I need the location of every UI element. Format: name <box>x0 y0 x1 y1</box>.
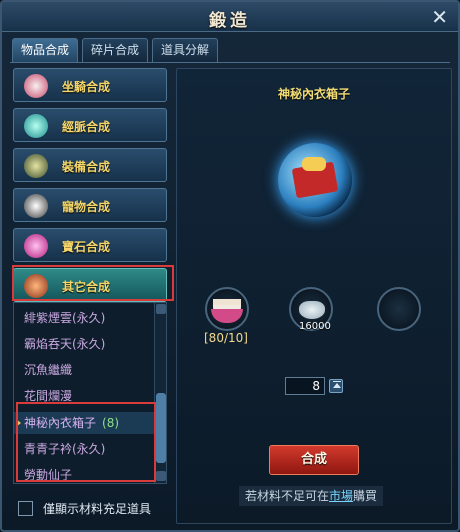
tab-bar: 物品合成 碎片合成 道具分解 <box>12 38 219 62</box>
list-item[interactable]: 沉魚繼纖 <box>14 359 154 381</box>
tab-fragment-synthesis[interactable]: 碎片合成 <box>82 38 149 62</box>
title-bar: 鍛造 ✕ <box>2 2 458 32</box>
scroll-up-icon[interactable] <box>156 304 166 314</box>
category-equipment[interactable]: 裝備合成 <box>13 148 167 182</box>
material-slot-1[interactable] <box>205 287 249 331</box>
category-pet[interactable]: 寵物合成 <box>13 188 167 222</box>
category-label: 坐騎合成 <box>62 80 111 94</box>
craft-button[interactable]: 合成 <box>269 445 359 475</box>
list-item[interactable]: 緋紫煙雲(永久) <box>14 307 154 329</box>
synthesis-detail-panel: 神秘內衣箱子 [80/10] 16000 8 合成 若材料不足可在市場購買 <box>176 68 452 524</box>
tab-item-synthesis[interactable]: 物品合成 <box>12 38 79 62</box>
item-title: 神秘內衣箱子 <box>277 87 350 101</box>
silver-ingot-icon <box>299 301 325 319</box>
scroll-thumb[interactable] <box>156 393 166 463</box>
tab-divider <box>10 62 450 63</box>
market-hint: 若材料不足可在市場購買 <box>239 486 384 506</box>
category-label: 寶石合成 <box>62 240 111 254</box>
list-item[interactable]: 霸焰呑天(永久) <box>14 333 154 355</box>
orb-icon <box>24 114 48 138</box>
active-category-highlight <box>12 265 174 301</box>
bowl-icon <box>211 309 243 323</box>
category-label: 寵物合成 <box>62 200 111 214</box>
quantity-max-icon[interactable] <box>329 379 343 393</box>
category-label: 經脈合成 <box>62 120 111 134</box>
panda-icon <box>24 194 48 218</box>
quantity-input[interactable]: 8 <box>285 377 325 395</box>
result-item-icon[interactable] <box>278 143 352 217</box>
category-label: 裝備合成 <box>62 160 111 174</box>
category-gem[interactable]: 寶石合成 <box>13 228 167 262</box>
gem-icon <box>24 234 48 258</box>
selection-highlight <box>16 402 156 482</box>
close-icon[interactable]: ✕ <box>431 5 448 29</box>
material-1-quantity: [80/10] <box>204 331 248 345</box>
hint-suffix: 購買 <box>353 489 378 503</box>
scroll-down-icon[interactable] <box>156 471 166 481</box>
gift-bow-icon <box>302 157 326 171</box>
material-2-count: 16000 <box>299 321 331 332</box>
horse-icon <box>24 74 48 98</box>
window-title: 鍛造 <box>209 11 251 31</box>
market-link[interactable]: 市場 <box>329 489 353 503</box>
sufficient-materials-checkbox[interactable] <box>18 500 33 516</box>
sufficient-materials-filter: 僅顯示材料充足道具 <box>18 499 151 517</box>
checkbox-label: 僅顯示材料充足道具 <box>43 501 152 516</box>
armor-icon <box>24 154 48 178</box>
material-slot-3-empty[interactable] <box>377 287 421 331</box>
forge-window: 鍛造 ✕ 物品合成 碎片合成 道具分解 坐騎合成 經脈合成 裝備合成 寵物合成 … <box>0 0 460 532</box>
category-mount[interactable]: 坐騎合成 <box>13 68 167 102</box>
tab-item-decompose[interactable]: 道具分解 <box>152 38 219 62</box>
hint-prefix: 若材料不足可在 <box>245 489 330 503</box>
category-meridian[interactable]: 經脈合成 <box>13 108 167 142</box>
